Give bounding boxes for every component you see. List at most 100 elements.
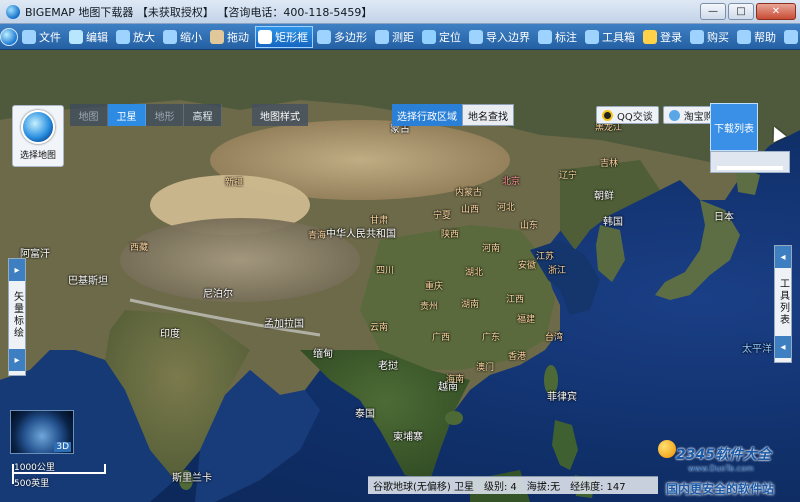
globe-logo-icon: [0, 27, 18, 46]
tab-elevation[interactable]: 高程: [184, 104, 222, 126]
map-canvas[interactable]: 中华人民共和国 印度 尼泊尔 孟加拉国 缅甸 泰国 老挝 越南 柬埔寨 菲律宾 韩国 日本 朝鲜 蒙古 斯里…: [0, 50, 800, 502]
map-label-countries: 菲律宾: [547, 392, 577, 403]
toolbar-button-4[interactable]: 拖动: [208, 25, 253, 49]
mini-globe-3d[interactable]: 3D: [10, 410, 74, 454]
chevron-left-icon[interactable]: ◂: [775, 336, 791, 358]
tab-map[interactable]: 地图: [70, 104, 108, 126]
map-label-countries: 朝鲜: [594, 191, 614, 202]
map-label-provinces: 吉林: [600, 159, 619, 169]
map-label-provinces: 西藏: [130, 243, 149, 253]
tab-satellite[interactable]: 卫星: [108, 104, 146, 126]
3d-toggle-label[interactable]: 3D: [54, 442, 71, 452]
chevron-right-icon[interactable]: ▸: [9, 349, 25, 371]
ruler-icon: [375, 29, 389, 44]
map-label-provinces: 陕西: [441, 230, 460, 240]
toolbar-label: 工具箱: [602, 30, 635, 44]
toolbar-label: 测距: [392, 30, 414, 44]
map-label-provinces: 四川: [376, 266, 395, 276]
toolbar-label: 多边形: [334, 30, 367, 44]
map-label-provinces: 广西: [432, 333, 451, 343]
qq-chat-button[interactable]: QQ交谈: [596, 106, 659, 124]
map-label-countries: 印度: [160, 329, 180, 340]
toolbar-label: 文件: [39, 30, 61, 44]
tool-list-label: 工具列表: [777, 278, 789, 326]
map-label-provinces: 河北: [497, 203, 516, 213]
download-list-button[interactable]: 下载列表: [710, 103, 758, 151]
map-label-countries: 缅甸: [313, 349, 333, 360]
annotation-icon: [538, 29, 552, 44]
status-source: 谷歌地球(无偏移) 卫星: [373, 482, 474, 493]
map-label-provinces: 山西: [461, 205, 480, 215]
map-label-provinces: 山东: [520, 221, 539, 231]
toolbar-button-3[interactable]: 缩小: [161, 25, 206, 49]
scale-tick: [104, 464, 106, 472]
map-style-button[interactable]: 地图样式: [252, 104, 308, 126]
toolbar-button-1[interactable]: 编辑: [67, 25, 112, 49]
status-coords-value: 147: [606, 482, 626, 493]
map-label-provinces: 重庆: [425, 282, 444, 292]
toolbar-button-11[interactable]: 工具箱: [583, 25, 639, 49]
scale-bar: 1000公里 500英里: [12, 459, 106, 489]
toolbar-button-2[interactable]: 放大: [114, 25, 159, 49]
qq-chat-label: QQ交谈: [617, 111, 653, 123]
selector-label: 选择地图: [19, 151, 56, 161]
toolbar-button-12[interactable]: 登录: [641, 25, 686, 49]
status-level-value: 4: [510, 482, 517, 493]
toolbar-label: 缩小: [180, 30, 202, 44]
download-list-panel: [710, 151, 790, 173]
close-button[interactable]: ✕: [756, 3, 796, 20]
tool-list-panel-tab[interactable]: ◂ 工具列表 ◂: [774, 245, 792, 363]
toolbar-button-6[interactable]: 多边形: [315, 25, 371, 49]
vip-diamond-icon: [643, 29, 657, 44]
map-type-tabs: 地图 卫星 地形 高程: [70, 104, 222, 126]
watermark: 2345软件大全 www.DuoTe.com 国内更安全的软件站: [658, 430, 800, 502]
scale-miles: 500英里: [14, 479, 50, 489]
map-label-countries: 泰国: [355, 409, 375, 420]
map-label-provinces: 福建: [517, 315, 536, 325]
chevron-left-icon[interactable]: ◂: [775, 246, 791, 268]
map-label-provinces: 内蒙古: [455, 188, 483, 198]
polygon-icon: [317, 29, 331, 44]
map-label-countries: 斯里兰卡: [172, 473, 212, 484]
toolbar-button-0[interactable]: 文件: [20, 25, 65, 49]
status-altitude: 海拔:无: [522, 478, 565, 493]
toolbar-button-7[interactable]: 测距: [373, 25, 418, 49]
toolbar-button-8[interactable]: 定位: [420, 25, 465, 49]
minimize-button[interactable]: —: [700, 3, 726, 20]
map-label-provinces: 辽宁: [559, 171, 578, 181]
select-region-button[interactable]: 选择行政区域: [392, 104, 462, 126]
toolbar-label: 拖动: [227, 30, 249, 44]
place-search-button[interactable]: 地名查找: [462, 104, 514, 126]
maximize-button[interactable]: □: [728, 3, 754, 20]
watermark-logo-icon: [658, 440, 676, 458]
toolbar-label: 定位: [439, 30, 461, 44]
map-label-provinces: 江苏: [536, 252, 555, 262]
map-label-seas: 太平洋: [742, 344, 772, 355]
status-altitude-value: 无: [550, 482, 561, 493]
vector-draw-panel-tab[interactable]: ▸ 矢量标绘 ▸: [8, 258, 26, 376]
toolbar-button-13[interactable]: 购买: [688, 25, 733, 49]
toolbar-button-5[interactable]: 矩形框: [255, 25, 313, 48]
toolbar-button-15[interactable]: 关于: [782, 25, 800, 49]
map-source-selector[interactable]: 选择地图: [12, 105, 64, 167]
help-icon: [737, 29, 751, 44]
toolbar-button-10[interactable]: 标注: [536, 25, 581, 49]
toolbar-button-9[interactable]: 导入边界: [467, 25, 534, 49]
map-label-countries: 中华人民共和国: [326, 229, 396, 240]
map-label-provinces: 湖北: [465, 268, 484, 278]
map-label-provinces: 香港: [508, 352, 527, 362]
map-label-countries: 柬埔寨: [393, 432, 423, 443]
region-controls: 选择行政区域 地名查找: [392, 104, 514, 126]
toolbar-label: 标注: [555, 30, 577, 44]
chevron-right-icon[interactable]: ▸: [9, 259, 25, 281]
tab-terrain[interactable]: 地形: [146, 104, 184, 126]
toolbar-label: 矩形框: [275, 30, 308, 44]
toolbar-label: 放大: [133, 30, 155, 44]
map-label-provinces: 海南: [446, 375, 465, 385]
map-label-countries: 日本: [714, 212, 734, 223]
map-label-provinces: 云南: [370, 323, 389, 333]
window-titlebar: BIGEMAP 地图下载器 【未获取授权】 【咨询电话：400-118-5459…: [0, 0, 800, 24]
toolbar-button-14[interactable]: 帮助: [735, 25, 780, 49]
toolbar-label: 登录: [660, 30, 682, 44]
map-label-countries: 孟加拉国: [264, 319, 304, 330]
